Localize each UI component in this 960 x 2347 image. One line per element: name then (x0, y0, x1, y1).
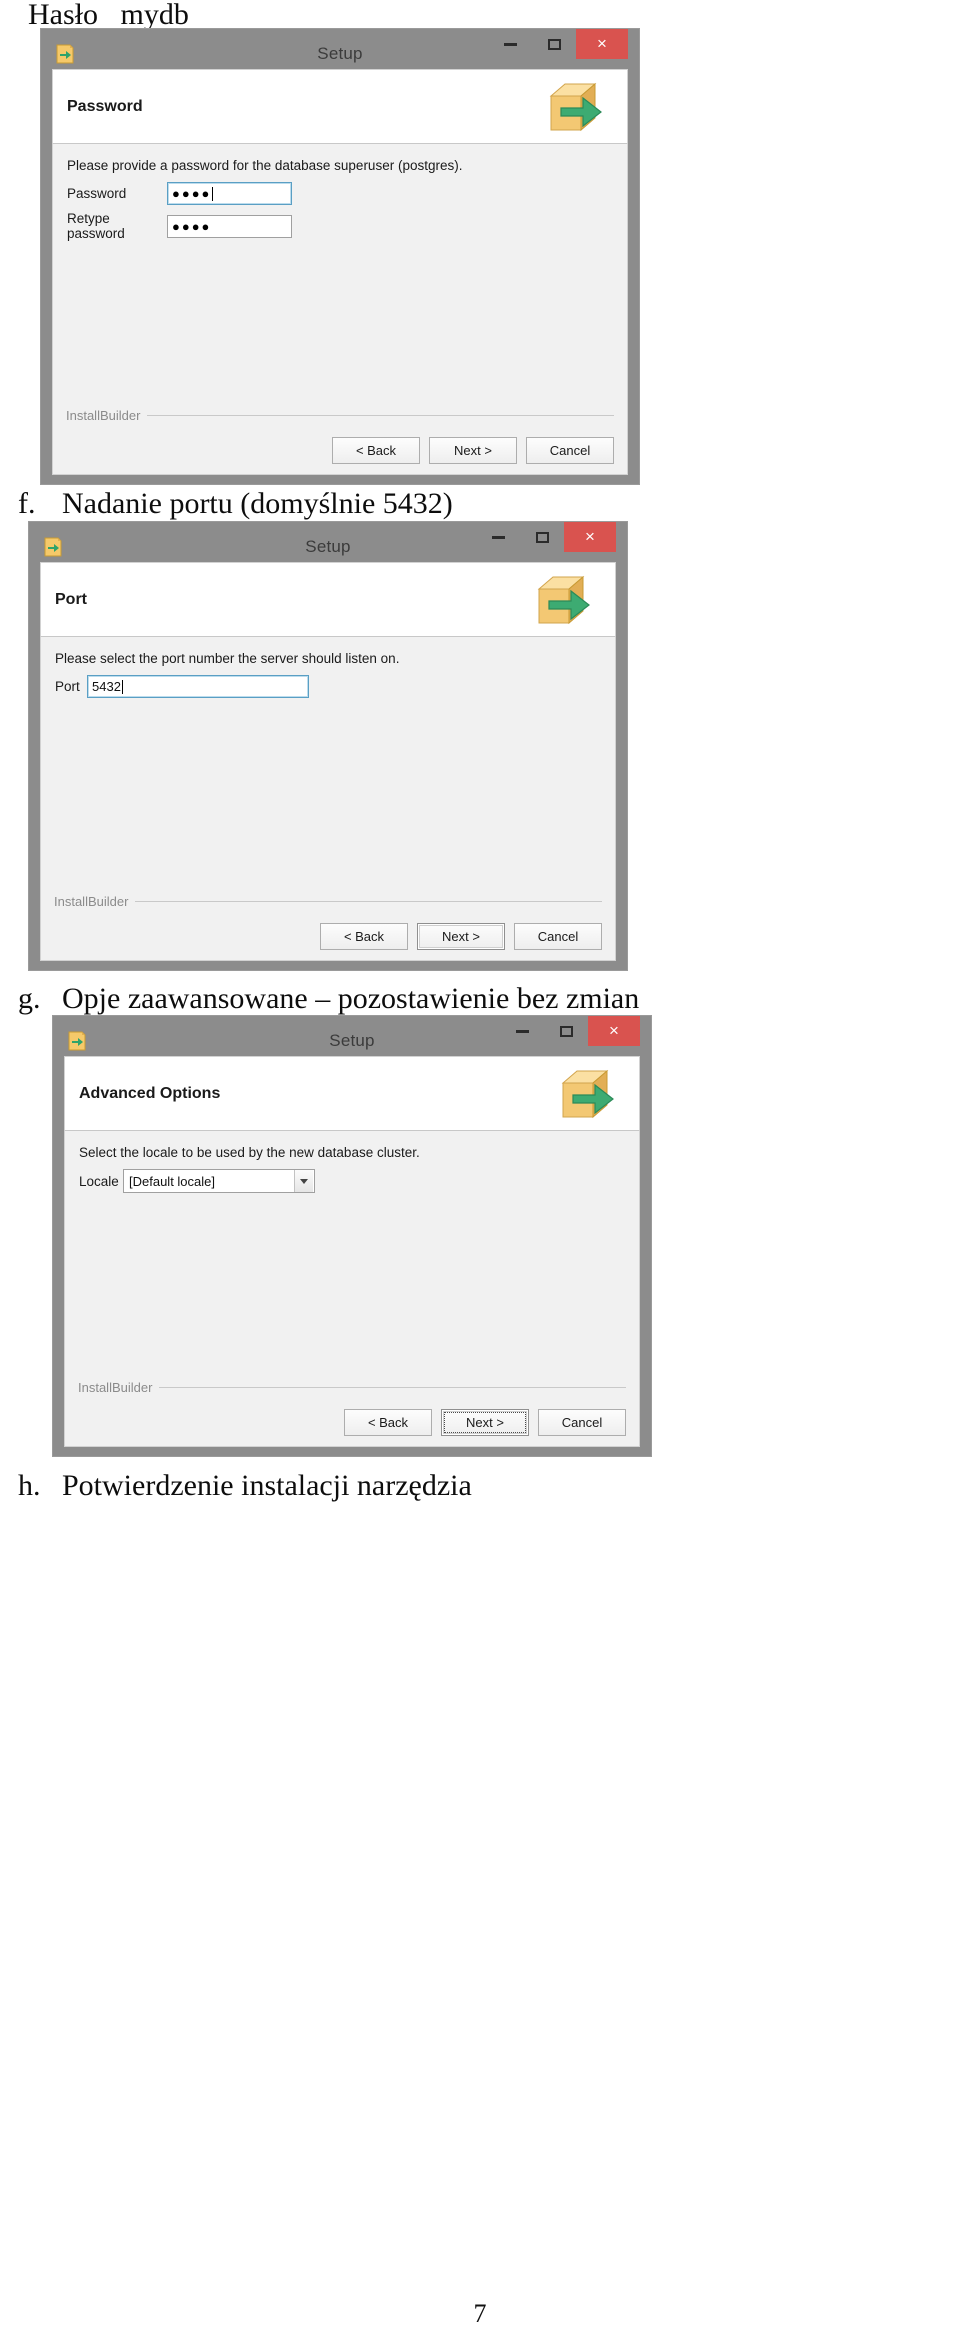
installbuilder-brand: InstallBuilder (54, 894, 129, 909)
content-panel: Select the locale to be used by the new … (64, 1130, 640, 1447)
port-label: Port (55, 679, 80, 694)
divider (147, 415, 614, 416)
page-header: Advanced Options (64, 1056, 640, 1130)
prompt-text: Please select the port number the server… (55, 651, 400, 666)
divider (159, 1387, 626, 1388)
port-value: 5432 (92, 679, 121, 694)
page-header: Password (52, 69, 628, 143)
minimize-button[interactable] (476, 522, 520, 552)
document-heading-text: Hasło mydb (28, 0, 189, 31)
password-input[interactable]: ●●●● (167, 182, 292, 205)
maximize-button[interactable] (520, 522, 564, 552)
page-title: Advanced Options (79, 1084, 221, 1102)
titlebar: Setup × (40, 522, 616, 562)
dialog-footer: InstallBuilder < Back Next > Cancel (53, 408, 627, 474)
page-title: Port (55, 590, 87, 608)
divider (135, 901, 602, 902)
back-button[interactable]: < Back (320, 923, 408, 950)
caption-g-marker: g. (18, 982, 41, 1015)
field-row-locale: Locale [Default locale] (65, 1169, 639, 1193)
button-row: < Back Next > Cancel (54, 923, 602, 950)
installbuilder-brand: InstallBuilder (78, 1380, 153, 1395)
page-number: 7 (473, 2299, 487, 2328)
button-row: < Back Next > Cancel (78, 1409, 626, 1436)
cancel-button[interactable]: Cancel (538, 1409, 626, 1436)
field-row-port: Port 5432 (41, 675, 615, 698)
minimize-button[interactable] (500, 1016, 544, 1046)
dialog-footer: InstallBuilder < Back Next > Cancel (65, 1380, 639, 1446)
chevron-down-icon[interactable] (294, 1170, 313, 1192)
window-controls: × (500, 1016, 640, 1046)
caption-g: g. Opje zaawansowane – pozostawienie bez… (0, 982, 639, 1016)
setup-window-advanced-options: Setup × Advanced Options Select the loca… (52, 1015, 652, 1457)
green-arrow-box-icon (559, 1065, 621, 1123)
close-button[interactable]: × (564, 522, 616, 552)
next-button[interactable]: Next > (441, 1409, 529, 1436)
green-arrow-box-icon (535, 571, 597, 629)
caption-f-marker: f. (18, 487, 36, 520)
locale-value: [Default locale] (129, 1173, 215, 1189)
brand-row: InstallBuilder (66, 408, 614, 423)
brand-row: InstallBuilder (54, 894, 602, 909)
caption-h-text: Potwierdzenie instalacji narzędzia (62, 1469, 472, 1502)
port-input[interactable]: 5432 (87, 675, 309, 698)
caption-h: h. Potwierdzenie instalacji narzędzia (0, 1469, 472, 1503)
minimize-button[interactable] (488, 29, 532, 59)
caption-h-marker: h. (18, 1469, 41, 1502)
window-controls: × (488, 29, 628, 59)
caption-f: f. Nadanie portu (domyślnie 5432) (0, 487, 453, 521)
prompt-text: Please provide a password for the databa… (67, 158, 463, 173)
password-value: ●●●● (172, 186, 212, 201)
field-row-password: Password ●●●● (53, 182, 627, 205)
installbuilder-brand: InstallBuilder (66, 408, 141, 423)
text-caret (121, 679, 123, 694)
page-header: Port (40, 562, 616, 636)
text-caret (212, 186, 214, 201)
green-arrow-box-icon (547, 78, 609, 136)
brand-row: InstallBuilder (78, 1380, 626, 1395)
retype-password-input[interactable]: ●●●● (167, 214, 292, 238)
dialog-footer: InstallBuilder < Back Next > Cancel (41, 894, 615, 960)
back-button[interactable]: < Back (344, 1409, 432, 1436)
maximize-button[interactable] (544, 1016, 588, 1046)
titlebar: Setup × (64, 1016, 640, 1056)
window-controls: × (476, 522, 616, 552)
caption-g-text: Opje zaawansowane – pozostawienie bez zm… (62, 982, 640, 1015)
cancel-button[interactable]: Cancel (514, 923, 602, 950)
field-row-retype-password: Retype password ●●●● (53, 211, 627, 241)
page-title: Password (67, 97, 143, 115)
setup-window-port: Setup × Port Please select the port numb… (28, 521, 628, 971)
retype-password-label: Retype password (67, 211, 125, 241)
button-row: < Back Next > Cancel (66, 437, 614, 464)
prompt-text: Select the locale to be used by the new … (79, 1145, 420, 1160)
cancel-button[interactable]: Cancel (526, 437, 614, 464)
close-button[interactable]: × (576, 29, 628, 59)
next-button[interactable]: Next > (429, 437, 517, 464)
content-panel: Please provide a password for the databa… (52, 143, 628, 475)
titlebar: Setup × (52, 29, 628, 69)
setup-window-password: Setup × Password Please provide a passwo… (40, 28, 640, 485)
back-button[interactable]: < Back (332, 437, 420, 464)
password-label: Password (67, 186, 127, 201)
retype-password-value: ●●●● (172, 218, 212, 234)
caption-f-text: Nadanie portu (domyślnie 5432) (62, 487, 453, 520)
close-button[interactable]: × (588, 1016, 640, 1046)
maximize-button[interactable] (532, 29, 576, 59)
locale-select[interactable]: [Default locale] (123, 1169, 315, 1193)
locale-label: Locale (79, 1173, 119, 1189)
next-button[interactable]: Next > (417, 923, 505, 950)
content-panel: Please select the port number the server… (40, 636, 616, 961)
